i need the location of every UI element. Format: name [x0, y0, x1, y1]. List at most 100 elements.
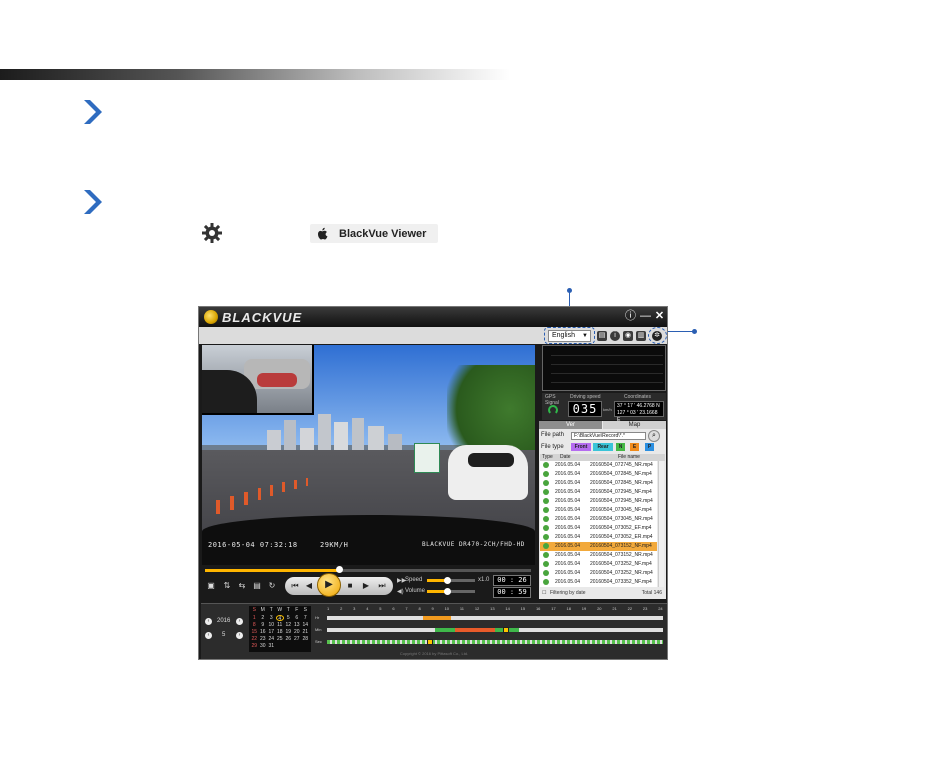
file-path-input[interactable]: F:\BlackVue\Record\*.*	[571, 432, 646, 440]
tab-list[interactable]: Ver	[539, 421, 602, 429]
fullscreen-icon[interactable]: ▣	[205, 579, 217, 593]
calendar-day[interactable]: 13	[293, 622, 302, 628]
filter-parking-chip[interactable]: P	[645, 443, 654, 451]
filter-front-chip[interactable]: Front	[571, 443, 591, 451]
timeline-hour-tick: 21	[612, 606, 617, 611]
calendar-day[interactable]: 14	[301, 622, 310, 628]
calendar-day[interactable]: 19	[284, 629, 293, 635]
calendar-day[interactable]: 21	[301, 629, 310, 635]
calendar-day[interactable]: 9	[259, 622, 268, 628]
video-player[interactable]: 2016-05-04 07:32:18 29KM/H BLACKVUE DR47…	[202, 345, 535, 565]
calendar-day[interactable]: 6	[293, 615, 302, 621]
filter-rear-chip[interactable]: Rear	[593, 443, 613, 451]
calendar-day[interactable]: 8	[250, 622, 259, 628]
calendar-day[interactable]: 16	[259, 629, 268, 635]
info-icon[interactable]: ⓘ	[624, 310, 637, 323]
calendar-day[interactable]: 30	[259, 643, 268, 649]
speed-slider-handle[interactable]	[444, 577, 452, 584]
calendar-day[interactable]: 27	[293, 636, 302, 642]
close-button[interactable]: ✕	[653, 310, 666, 323]
speed-slider[interactable]	[427, 577, 475, 584]
file-row[interactable]: 2016.05.04 20160504_072845_NF.mp4	[540, 470, 657, 479]
file-name: 20160504_073352_NF.mp4	[590, 579, 652, 585]
video-white-suv	[448, 445, 528, 500]
year-prev-icon[interactable]: ‹	[205, 618, 212, 625]
step-back-icon[interactable]: ◀	[302, 579, 316, 593]
file-row[interactable]: 2016.05.04 20160504_073252_NR.mp4	[540, 569, 657, 578]
search-icon[interactable]: ⌕	[648, 430, 660, 442]
play-button[interactable]: ▶	[317, 573, 341, 597]
calendar-day[interactable]: 24	[267, 636, 276, 642]
file-row[interactable]: 2016.05.04 20160504_073052_ER.mp4	[540, 533, 657, 542]
calendar-day[interactable]: 10	[267, 622, 276, 628]
calendar-day[interactable]: 4	[275, 615, 284, 622]
second-track[interactable]	[327, 639, 663, 645]
file-row[interactable]: 2016.05.04 20160504_073152_NR.mp4	[540, 551, 657, 560]
calendar-day[interactable]: 15	[250, 629, 259, 635]
timeline-hour-tick: 20	[597, 606, 602, 611]
filter-event-chip[interactable]: E	[630, 443, 639, 451]
calendar-day[interactable]: 1	[250, 615, 259, 621]
file-row[interactable]: 2016.05.04 20160504_072945_NF.mp4	[540, 488, 657, 497]
minimize-button[interactable]: —	[639, 310, 652, 323]
swap-view-icon[interactable]: ▤	[251, 579, 263, 593]
flip-icon[interactable]: ⇅	[221, 579, 233, 593]
month-next-icon[interactable]: ›	[236, 632, 243, 639]
seek-bar-handle[interactable]	[335, 566, 343, 573]
col-file-name: File name	[618, 454, 640, 460]
calendar-day[interactable]: 17	[267, 629, 276, 635]
mirror-icon[interactable]: ⇆	[236, 579, 248, 593]
file-row[interactable]: 2016.05.04 20160504_072745_NR.mp4	[540, 461, 657, 470]
calendar-day[interactable]: 3	[267, 615, 276, 621]
video-file-icon	[543, 525, 549, 531]
second-marker[interactable]	[427, 639, 433, 645]
filter-checkbox[interactable]: ☐	[542, 589, 546, 598]
calendar-day[interactable]: 11	[276, 622, 285, 628]
calendar-day[interactable]: 29	[250, 643, 259, 649]
calendar-day[interactable]: 20	[293, 629, 302, 635]
calendar-day[interactable]: 12	[284, 622, 293, 628]
calendar-day[interactable]: 28	[301, 636, 310, 642]
rear-camera-pip[interactable]	[202, 345, 314, 415]
file-list-scrollbar[interactable]	[658, 461, 664, 587]
calendar-day[interactable]: 26	[284, 636, 293, 642]
step-forward-icon[interactable]: ▶	[359, 579, 373, 593]
file-row[interactable]: 2016.05.04 20160504_072945_NR.mp4	[540, 497, 657, 506]
skip-previous-icon[interactable]: ⏮	[288, 579, 302, 593]
stop-icon[interactable]: ■	[343, 579, 357, 593]
file-row[interactable]: 2016.05.04 20160504_073252_NF.mp4	[540, 560, 657, 569]
file-row[interactable]: 2016.05.04 20160504_073352_NF.mp4	[540, 578, 657, 587]
calendar-day[interactable]: 22	[250, 636, 259, 642]
hour-track[interactable]	[327, 616, 663, 620]
calendar-day[interactable]: 2	[259, 615, 268, 621]
calendar-day[interactable]: 31	[267, 643, 276, 649]
minute-track[interactable]	[327, 627, 663, 633]
camera-snapshot-icon[interactable]: ◉	[623, 331, 633, 341]
volume-slider-handle[interactable]	[444, 588, 452, 595]
minute-marker[interactable]	[503, 627, 509, 633]
file-row[interactable]: 2016.05.04 20160504_073152_NF.mp4	[540, 542, 657, 551]
timeline-hour-tick: 23	[642, 606, 648, 611]
month-prev-icon[interactable]: ‹	[205, 632, 212, 639]
file-row[interactable]: 2016.05.04 20160504_073045_NR.mp4	[540, 515, 657, 524]
calendar-day[interactable]: 18	[276, 629, 285, 635]
open-folder-icon[interactable]: ▤	[597, 331, 607, 341]
print-icon[interactable]: ▥	[636, 331, 646, 341]
rotate-icon[interactable]: ↻	[266, 579, 278, 593]
calendar-weekday: W	[277, 607, 283, 613]
calendar-day[interactable]: 23	[259, 636, 268, 642]
file-row[interactable]: 2016.05.04 20160504_072845_NR.mp4	[540, 479, 657, 488]
file-row[interactable]: 2016.05.04 20160504_073052_EF.mp4	[540, 524, 657, 533]
file-row[interactable]: 2016.05.04 20160504_073045_NF.mp4	[540, 506, 657, 515]
tab-map[interactable]: Map	[603, 421, 666, 429]
calendar-day[interactable]: 7	[301, 615, 310, 621]
seek-bar[interactable]	[205, 566, 531, 573]
calendar-day[interactable]: 25	[276, 636, 285, 642]
filter-normal-chip[interactable]: N	[616, 443, 625, 451]
skip-next-icon[interactable]: ⏭	[375, 579, 389, 593]
info-icon[interactable]: i	[610, 331, 620, 341]
year-next-icon[interactable]: ›	[236, 618, 243, 625]
calendar-day[interactable]: 5	[284, 615, 293, 621]
volume-slider[interactable]	[427, 588, 475, 595]
calendar-day	[284, 643, 293, 649]
